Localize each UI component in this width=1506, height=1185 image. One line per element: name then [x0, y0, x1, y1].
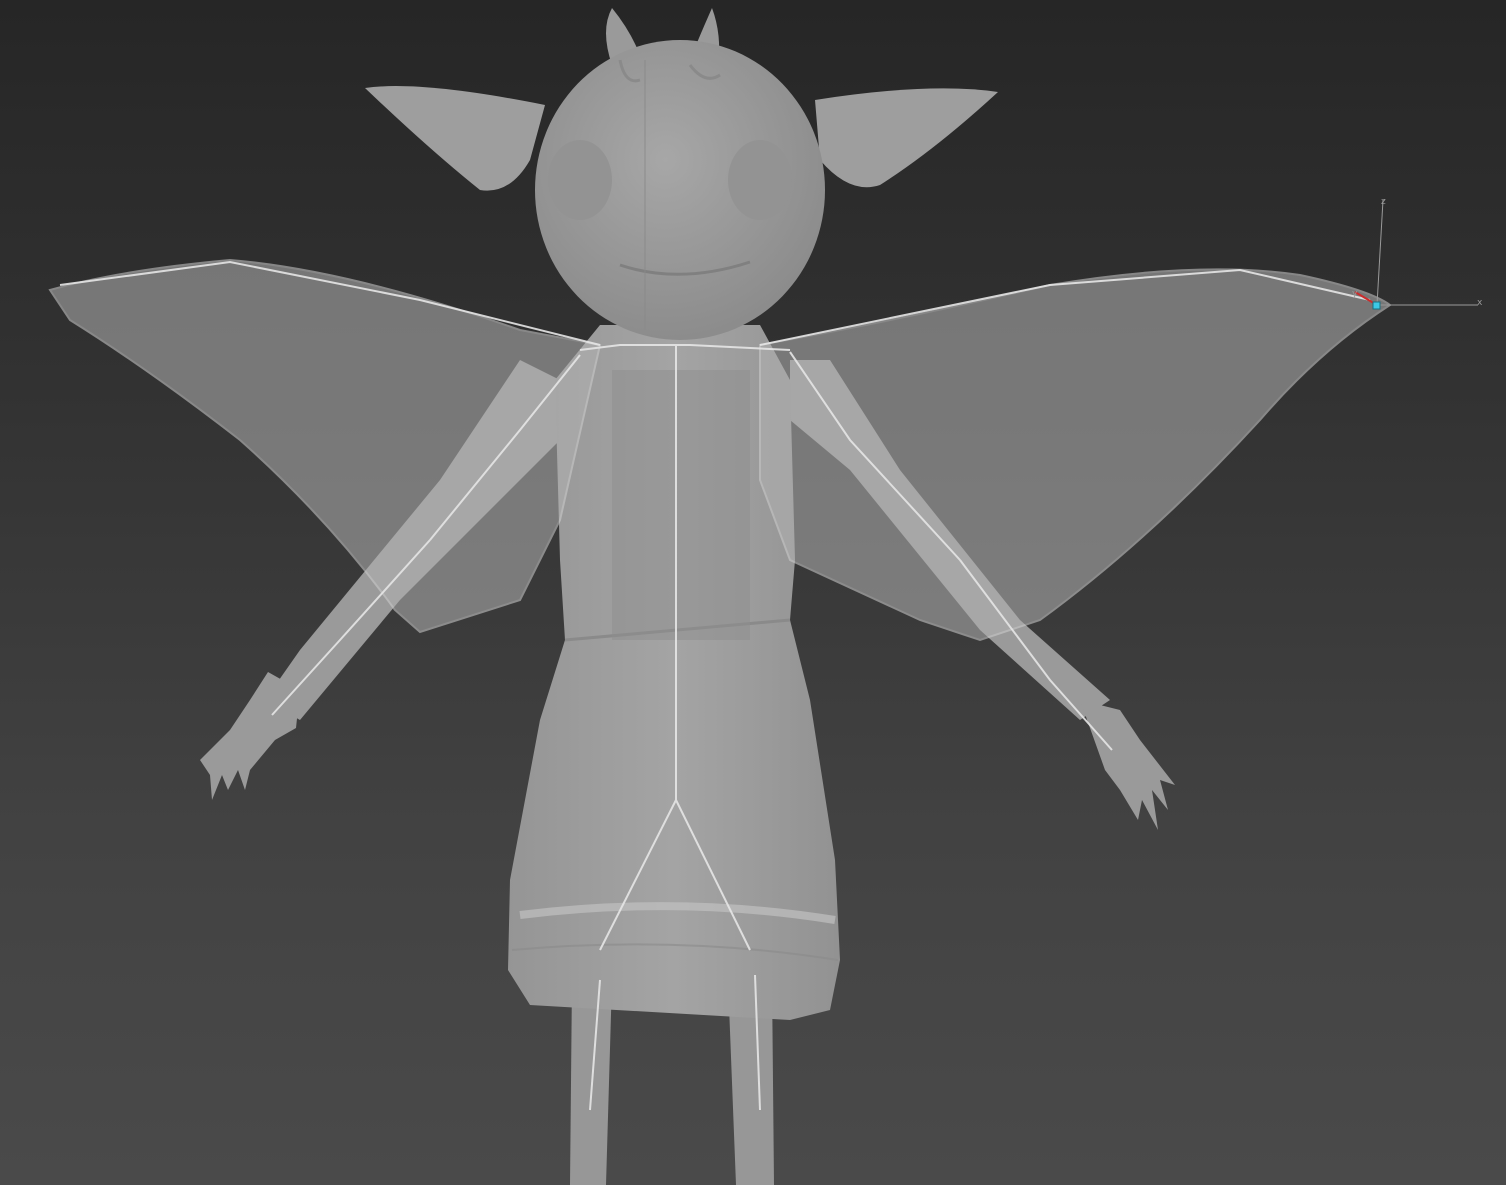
eye-socket-right	[728, 140, 792, 220]
scene-canvas[interactable]: z x y	[0, 0, 1506, 1185]
head[interactable]	[535, 40, 825, 340]
eye-socket-left	[548, 140, 612, 220]
gizmo-y-label: y	[1352, 289, 1358, 299]
leg-left[interactable]	[570, 980, 612, 1185]
transform-gizmo[interactable]: z x y	[1352, 197, 1483, 310]
gizmo-z-label: z	[1381, 197, 1386, 207]
gizmo-x-label: x	[1477, 298, 1483, 308]
3d-viewport[interactable]: z x y	[0, 0, 1506, 1185]
gizmo-z-axis	[1376, 199, 1384, 306]
ear-left[interactable]	[365, 86, 545, 191]
gizmo-pivot-handle	[1372, 301, 1381, 310]
bone-forearm-left	[271, 539, 431, 716]
wing-left[interactable]	[48, 258, 602, 634]
ear-right[interactable]	[815, 88, 998, 188]
